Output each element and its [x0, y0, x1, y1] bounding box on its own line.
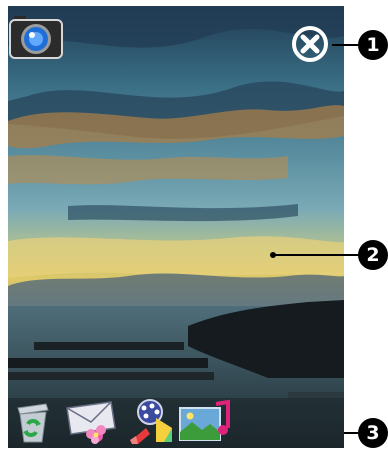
- callout-3-number: 3: [358, 418, 388, 448]
- gallery-button[interactable]: [176, 398, 230, 446]
- callout-1-number: 1: [358, 30, 388, 60]
- send-button[interactable]: [63, 398, 116, 446]
- camera-button[interactable]: [8, 12, 64, 60]
- gallery-music-icon: [179, 399, 230, 441]
- recycle-icon: [17, 403, 49, 443]
- photo-view[interactable]: [8, 6, 344, 448]
- close-icon: [292, 26, 328, 62]
- device-screen: [8, 6, 344, 448]
- effects-icon: [130, 399, 172, 444]
- recycle-button[interactable]: [8, 398, 56, 446]
- callout-2-line: [274, 254, 364, 256]
- close-button[interactable]: [286, 20, 334, 68]
- camera-review-screen: 1 2 3: [0, 0, 388, 452]
- send-mail-icon: [66, 401, 116, 444]
- camera-icon: [9, 16, 63, 59]
- callout-2-number: 2: [358, 240, 388, 270]
- effects-button[interactable]: [126, 398, 174, 446]
